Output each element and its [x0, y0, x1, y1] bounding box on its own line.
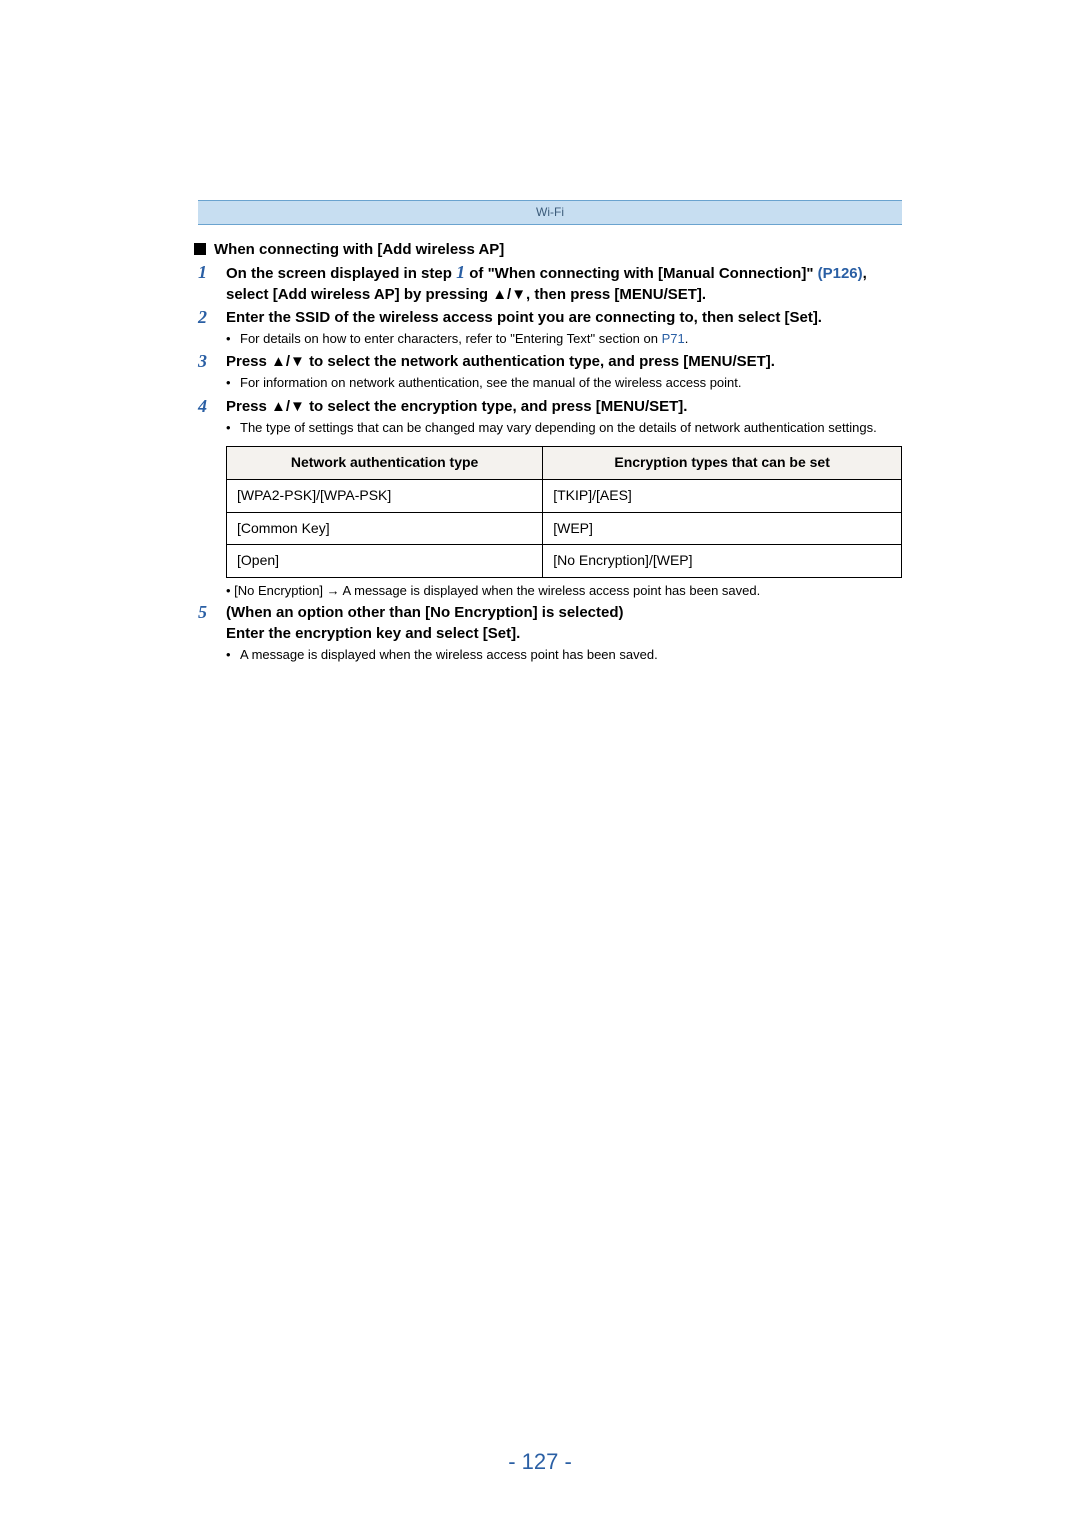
step-5-line2: Enter the encryption key and select [Set… — [226, 623, 902, 644]
step-1-inline-num: 1 — [456, 262, 465, 282]
section-heading: When connecting with [Add wireless AP] — [194, 239, 902, 260]
link-p126[interactable]: (P126) — [818, 265, 863, 282]
step-5-bullet: A message is displayed when the wireless… — [226, 646, 902, 664]
step-2: 2 Enter the SSID of the wireless access … — [198, 307, 902, 350]
table-cell: [Open] — [227, 545, 543, 578]
step-2-bullet-prefix: For details on how to enter characters, … — [240, 331, 662, 346]
step-number: 3 — [198, 351, 212, 373]
post-table-note: [No Encryption] → A message is displayed… — [226, 582, 902, 600]
step-5: 5 (When an option other than [No Encrypt… — [198, 602, 902, 666]
step-4: 4 Press ▲/▼ to select the encryption typ… — [198, 396, 902, 439]
page-number: - 127 - — [0, 1447, 1080, 1478]
table-cell: [WEP] — [543, 512, 902, 545]
step-2-bullet-suffix: . — [685, 331, 689, 346]
step-4-text: Press ▲/▼ to select the encryption type,… — [226, 396, 902, 417]
table-header-auth-type: Network authentication type — [227, 447, 543, 480]
section-heading-text: When connecting with [Add wireless AP] — [214, 239, 504, 260]
step-1-prefix: On the screen displayed in step — [226, 265, 456, 282]
step-3-text: Press ▲/▼ to select the network authenti… — [226, 351, 902, 372]
table-cell: [TKIP]/[AES] — [543, 480, 902, 513]
step-number: 4 — [198, 396, 212, 418]
step-number: 1 — [198, 262, 212, 284]
step-number: 2 — [198, 307, 212, 329]
step-1: 1 On the screen displayed in step 1 of "… — [198, 262, 902, 305]
table-cell: [Common Key] — [227, 512, 543, 545]
step-4-bullet: The type of settings that can be changed… — [226, 419, 902, 437]
step-2-bullet: For details on how to enter characters, … — [226, 330, 902, 348]
step-5-line1: (When an option other than [No Encryptio… — [226, 602, 902, 623]
link-p71[interactable]: P71 — [662, 331, 685, 346]
step-1-mid: of "When connecting with [Manual Connect… — [465, 265, 818, 282]
step-1-text: On the screen displayed in step 1 of "Wh… — [226, 265, 867, 303]
table-row: [Open] [No Encryption]/[WEP] — [227, 545, 902, 578]
step-3: 3 Press ▲/▼ to select the network authen… — [198, 351, 902, 394]
table-header-encryption: Encryption types that can be set — [543, 447, 902, 480]
page-title: Wi-Fi — [536, 204, 564, 221]
table-row: [Common Key] [WEP] — [227, 512, 902, 545]
page-header-banner: Wi-Fi — [198, 200, 902, 225]
step-2-text: Enter the SSID of the wireless access po… — [226, 307, 902, 328]
step-number: 5 — [198, 602, 212, 624]
table-row: [WPA2-PSK]/[WPA-PSK] [TKIP]/[AES] — [227, 480, 902, 513]
auth-table: Network authentication type Encryption t… — [226, 446, 902, 577]
step-3-bullet: For information on network authenticatio… — [226, 374, 902, 392]
table-cell: [WPA2-PSK]/[WPA-PSK] — [227, 480, 543, 513]
square-bullet-icon — [194, 243, 206, 255]
table-cell: [No Encryption]/[WEP] — [543, 545, 902, 578]
